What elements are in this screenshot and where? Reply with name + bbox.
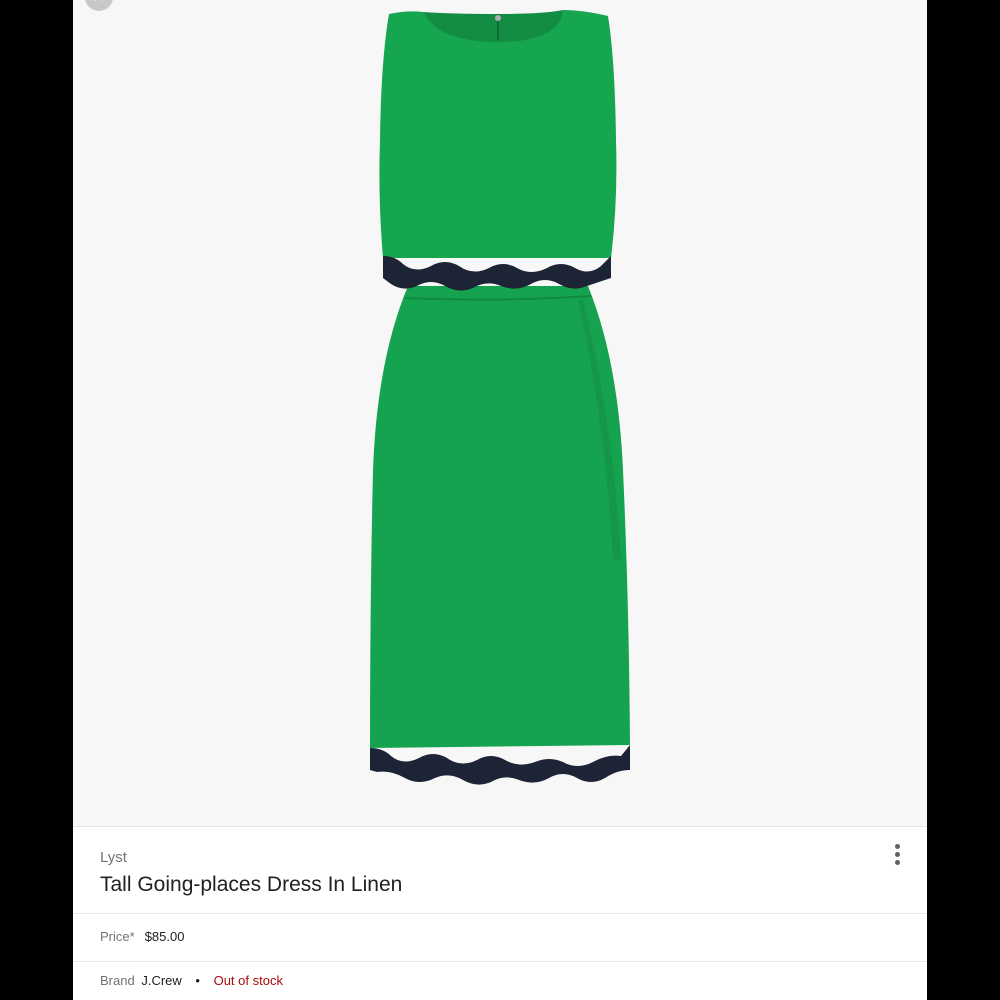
dress-illustration [370, 10, 630, 785]
divider [73, 961, 927, 962]
more-vert-icon [895, 844, 900, 849]
product-viewer: × Lyst Tall Going-places Dress In Linen … [73, 0, 927, 1000]
price-label: Price* [100, 929, 135, 944]
divider [73, 913, 927, 914]
product-info-card: Lyst Tall Going-places Dress In Linen Pr… [73, 826, 927, 1000]
brand-value[interactable]: J.Crew [141, 973, 181, 988]
more-options-button[interactable] [886, 843, 910, 869]
price-value: $85.00 [144, 929, 185, 944]
product-title[interactable]: Tall Going-places Dress In Linen [100, 873, 402, 897]
product-image[interactable] [73, 0, 927, 826]
skirt-scallop-trim [370, 745, 630, 785]
stock-status: Out of stock [213, 973, 283, 988]
dress-top [379, 10, 617, 258]
separator-dot: • [195, 973, 200, 988]
price-row: Price* $85.00 [100, 929, 184, 944]
close-icon: × [93, 0, 105, 8]
product-source[interactable]: Lyst [100, 849, 127, 866]
top-scallop-trim [383, 256, 611, 291]
brand-label: Brand [100, 973, 135, 988]
brand-row: Brand J.Crew • Out of stock [100, 973, 283, 988]
